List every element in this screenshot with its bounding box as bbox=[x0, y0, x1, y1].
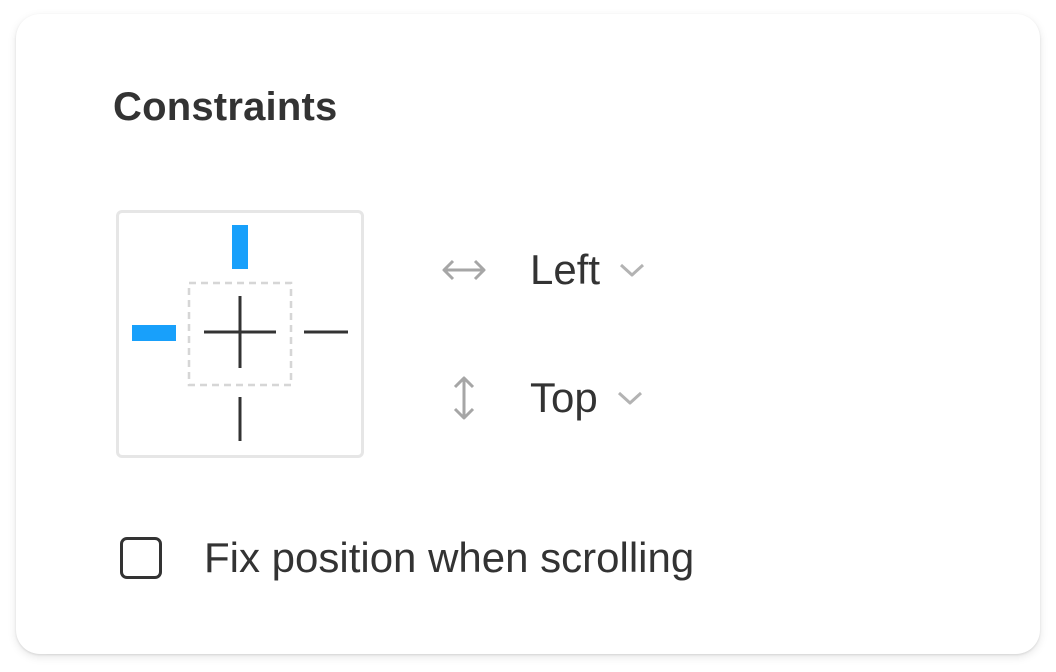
constraint-left[interactable] bbox=[132, 325, 176, 341]
constraint-top[interactable] bbox=[232, 225, 248, 269]
horizontal-constraint-row: Left bbox=[436, 240, 646, 300]
vertical-constraint-row: Top bbox=[436, 368, 644, 428]
chevron-down-icon bbox=[618, 256, 646, 284]
constraint-widget[interactable] bbox=[116, 210, 364, 458]
chevron-down-icon bbox=[616, 384, 644, 412]
horizontal-arrows-icon bbox=[436, 242, 492, 298]
fix-position-label[interactable]: Fix position when scrolling bbox=[204, 537, 694, 579]
vertical-constraint-value: Top bbox=[530, 374, 598, 421]
vertical-constraint-select[interactable]: Top bbox=[530, 370, 644, 426]
fix-position-checkbox[interactable] bbox=[120, 537, 162, 579]
horizontal-constraint-value: Left bbox=[530, 246, 601, 293]
panel-title: Constraints bbox=[113, 85, 338, 129]
fix-position-option[interactable]: Fix position when scrolling bbox=[120, 530, 694, 586]
constraints-panel: Constraints Left Top Fix position when s… bbox=[16, 14, 1040, 654]
horizontal-constraint-select[interactable]: Left bbox=[530, 242, 646, 298]
vertical-arrows-icon bbox=[436, 370, 492, 426]
